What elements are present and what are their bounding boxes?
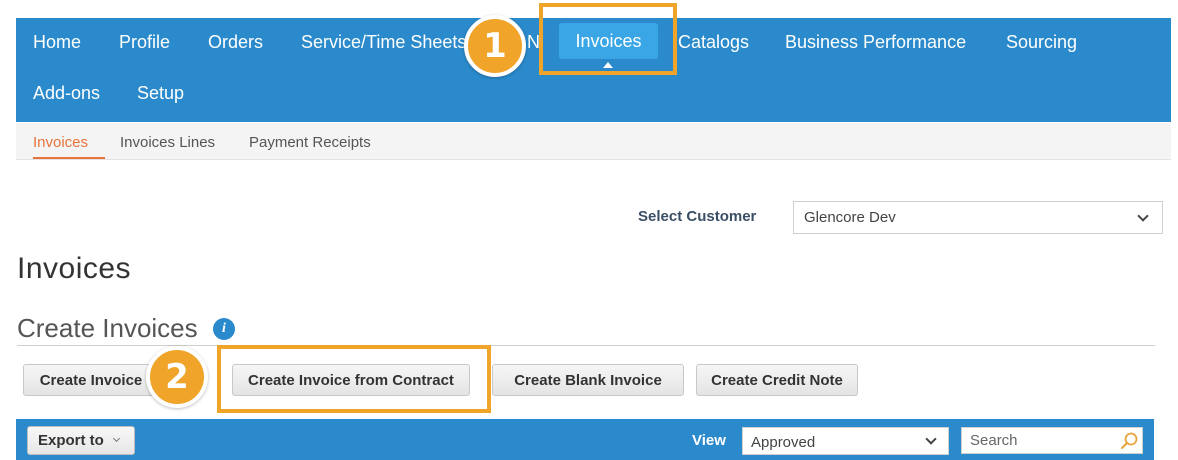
create-invoice-from-contract-label: Create Invoice from Contract xyxy=(248,371,454,389)
step-badge-2: 2 xyxy=(146,346,208,408)
nav-item-invoices[interactable]: Invoices xyxy=(559,23,658,59)
nav-item-profile[interactable]: Profile xyxy=(119,30,170,54)
active-caret-icon xyxy=(603,62,613,68)
nav-item-setup[interactable]: Setup xyxy=(137,81,184,105)
nav-item-service-time-sheets[interactable]: Service/Time Sheets xyxy=(301,30,466,54)
subnav-item-invoices-lines[interactable]: Invoices Lines xyxy=(120,134,215,151)
select-customer-label: Select Customer xyxy=(638,208,757,225)
nav-item-orders[interactable]: Orders xyxy=(208,30,263,54)
create-invoice-from-contract-button[interactable]: Create Invoice from Contract xyxy=(232,364,470,396)
step-badge-1: 1 xyxy=(464,15,526,77)
subnav-item-payment-receipts[interactable]: Payment Receipts xyxy=(249,134,371,151)
section-divider xyxy=(17,345,1155,346)
search-input[interactable] xyxy=(962,428,1112,453)
view-filter-select[interactable]: Approved xyxy=(742,427,949,455)
create-invoice-button[interactable]: Create Invoice xyxy=(23,364,159,396)
chevron-down-icon xyxy=(1137,210,1149,222)
create-blank-invoice-button[interactable]: Create Blank Invoice xyxy=(492,364,684,396)
export-to-label: Export to xyxy=(38,432,104,449)
subnav-item-invoices[interactable]: Invoices xyxy=(33,134,88,151)
chevron-down-icon xyxy=(925,433,937,445)
nav-item-home[interactable]: Home xyxy=(33,30,81,54)
view-label: View xyxy=(692,432,726,449)
nav-item-business-performance[interactable]: Business Performance xyxy=(785,30,966,54)
customer-select[interactable]: Glencore Dev xyxy=(793,201,1163,234)
nav-item-sourcing[interactable]: Sourcing xyxy=(1006,30,1077,54)
info-icon[interactable]: i xyxy=(213,318,235,340)
view-filter-value: Approved xyxy=(751,434,816,451)
nav-item-partially-hidden[interactable]: N xyxy=(527,30,540,54)
page-title: Invoices xyxy=(17,252,132,285)
nav-item-invoices-label: Invoices xyxy=(575,30,642,51)
search-box xyxy=(961,427,1143,454)
chevron-down-icon xyxy=(112,434,120,443)
search-icon[interactable] xyxy=(1118,430,1140,452)
create-invoice-button-label: Create Invoice xyxy=(39,371,143,389)
nav-item-catalogs[interactable]: Catalogs xyxy=(678,30,749,54)
create-blank-invoice-label: Create Blank Invoice xyxy=(514,371,662,389)
sub-navigation-bar: Invoices Invoices Lines Payment Receipts xyxy=(16,123,1171,160)
nav-item-add-ons[interactable]: Add-ons xyxy=(33,81,100,105)
create-credit-note-label: Create Credit Note xyxy=(711,371,843,389)
export-to-button[interactable]: Export to xyxy=(27,426,135,455)
customer-select-value: Glencore Dev xyxy=(804,209,896,226)
create-credit-note-button[interactable]: Create Credit Note xyxy=(696,364,858,396)
subnav-active-underline xyxy=(33,157,105,159)
section-title: Create Invoices xyxy=(17,313,198,343)
